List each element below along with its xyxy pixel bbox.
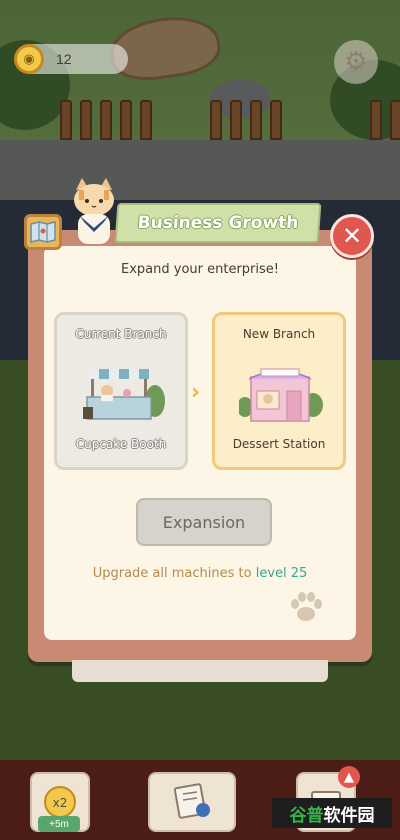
settings-button[interactable]: ⚙: [334, 40, 378, 84]
dialog-subtitle: Expand your enterprise!: [121, 262, 279, 277]
chevron-right-icon: ›: [191, 380, 201, 405]
dialog-title-banner: Business Growth: [114, 203, 322, 243]
expansion-button[interactable]: Expansion: [136, 498, 272, 546]
watermark: 谷普 软件园: [272, 798, 392, 828]
coin-counter: ◉ 12: [14, 44, 128, 74]
gear-icon: ⚙: [344, 47, 368, 77]
watermark-prefix: 谷普: [289, 805, 324, 826]
new-branch-card: New Branch Dessert Station: [212, 312, 346, 470]
coin-count: 12: [56, 51, 72, 67]
new-branch-header: New Branch: [242, 327, 316, 341]
map-icon: [24, 214, 62, 250]
current-branch-name: Cupcake Booth: [75, 437, 167, 451]
paw-icon: [291, 592, 322, 621]
new-branch-name: Dessert Station: [232, 437, 326, 451]
dialog-title: Business Growth: [136, 213, 300, 233]
dessert-station-illustration: [239, 368, 323, 422]
upgrade-available-icon: ▲: [338, 766, 360, 788]
cupcake-booth-illustration: [83, 369, 165, 420]
boost-time-badge: +5m: [38, 816, 80, 832]
boost-multiplier: x2: [53, 796, 68, 810]
requirement-level: level 25: [255, 566, 308, 581]
recipe-book-icon: [173, 783, 210, 819]
close-button[interactable]: ✕: [330, 214, 374, 258]
upgrade-requirement: Upgrade all machines to level 25: [44, 566, 356, 581]
current-branch-header: Current Branch: [75, 327, 167, 341]
expansion-button-label: Expansion: [162, 512, 246, 532]
cat-coin-icon: ◉: [14, 44, 44, 74]
current-branch-card: Current Branch Cupcake Booth: [54, 312, 188, 470]
recipes-button[interactable]: [148, 772, 236, 832]
close-icon: ✕: [341, 222, 363, 250]
dialog-bottom-tab: [72, 660, 328, 682]
requirement-text: Upgrade all machines to: [92, 566, 256, 581]
watermark-suffix: 软件园: [323, 805, 375, 826]
speed-boost-icon: x2: [44, 786, 76, 818]
cat-mascot-icon: [74, 178, 114, 244]
